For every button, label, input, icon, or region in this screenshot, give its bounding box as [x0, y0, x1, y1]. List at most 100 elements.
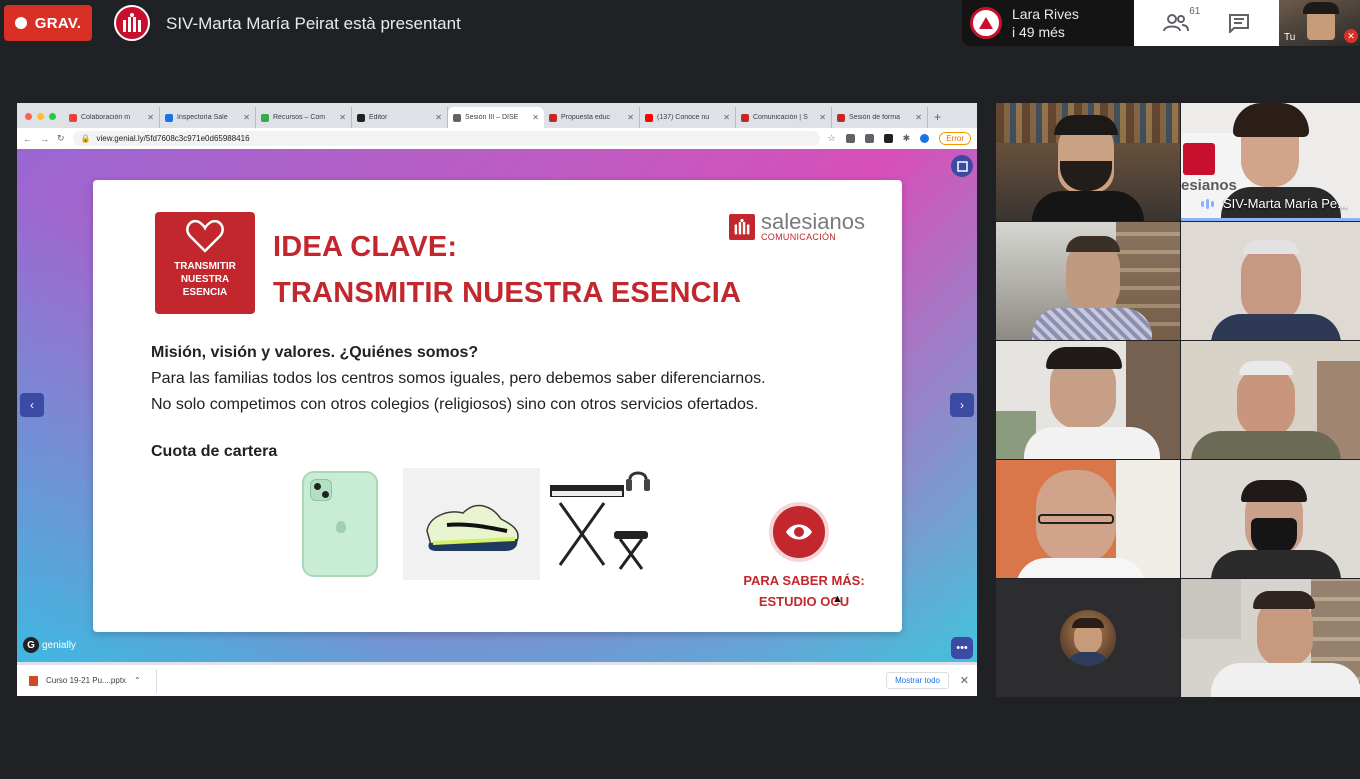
- tab-title: Comunicación | S: [753, 114, 808, 121]
- window-controls: [21, 113, 64, 128]
- participant-count: 61: [1189, 6, 1201, 17]
- browser-tab[interactable]: Inspectoría Sale ✕: [160, 107, 256, 128]
- previous-slide-button[interactable]: ‹: [20, 393, 44, 417]
- participant-tile[interactable]: [996, 460, 1180, 578]
- heart-icon: [186, 219, 224, 253]
- participant-tile[interactable]: [1181, 222, 1360, 340]
- close-tab-icon[interactable]: ✕: [723, 113, 730, 122]
- smartphone-image: [299, 468, 381, 580]
- more-options-button[interactable]: •••: [951, 637, 973, 659]
- url-text: view.genial.ly/5fd7608c3c971e0d65988416: [96, 134, 250, 143]
- profile-avatar[interactable]: [920, 134, 930, 143]
- key-box-line: TRANSMITIR: [174, 261, 236, 272]
- notification-name: Lara Rives: [1012, 6, 1079, 22]
- close-tab-icon[interactable]: ✕: [435, 113, 442, 122]
- presenting-status: SIV-Marta María Peirat està presentant: [166, 14, 461, 33]
- speaking-indicator: [1181, 218, 1360, 221]
- download-filename: Curso 19-21 Pu....pptx: [46, 676, 127, 685]
- chevron-up-icon[interactable]: ⌃: [134, 676, 141, 685]
- lock-icon: 🔒: [80, 134, 91, 143]
- close-icon[interactable]: ✕: [960, 674, 969, 687]
- new-tab-button[interactable]: +: [928, 110, 947, 128]
- maximize-window-icon[interactable]: [49, 113, 56, 120]
- error-button[interactable]: Error: [939, 132, 971, 145]
- chat-button[interactable]: [1228, 13, 1250, 33]
- more-info-caption: PARA SABER MÁS: ESTUDIO OCU: [715, 570, 893, 612]
- tab-strip: Colaboración m ✕ Inspectoría Sale ✕ Recursos…: [17, 103, 977, 128]
- participant-tile[interactable]: [1181, 341, 1360, 459]
- address-bar[interactable]: 🔒 view.genial.ly/5fd7608c3c971e0d6598841…: [72, 131, 820, 146]
- self-view-tile[interactable]: Tu ✕: [1279, 0, 1360, 46]
- tab-favicon-icon: [261, 113, 269, 122]
- browser-tab[interactable]: (137) Conoce nu ✕: [640, 107, 736, 128]
- genially-label: genially: [42, 639, 76, 651]
- close-tab-icon[interactable]: ✕: [243, 113, 250, 122]
- participants-button[interactable]: 61: [1163, 6, 1200, 33]
- presenter-tile[interactable]: esianos SIV-Marta María Pe...: [1181, 103, 1360, 221]
- participant-tile[interactable]: [1181, 460, 1360, 578]
- extension-icon[interactable]: [883, 134, 893, 143]
- tab-favicon-icon: [741, 113, 749, 122]
- reload-icon[interactable]: ↻: [57, 133, 65, 144]
- close-tab-icon[interactable]: ✕: [339, 113, 346, 122]
- browser-tab[interactable]: Propuesta educ ✕: [544, 107, 640, 128]
- join-notification[interactable]: Lara Rives i 49 més: [962, 0, 1134, 46]
- brand-name: salesianos: [761, 209, 865, 234]
- tab-favicon-icon: [357, 113, 365, 122]
- puzzle-icon[interactable]: ✱: [903, 133, 911, 144]
- minimize-window-icon[interactable]: [37, 113, 44, 120]
- more-info-button[interactable]: [769, 502, 829, 562]
- people-icon: [1163, 14, 1190, 32]
- tab-favicon-icon: [645, 113, 653, 122]
- participant-tile[interactable]: [1181, 579, 1360, 697]
- presenter-brand-text: esianos: [1181, 177, 1237, 194]
- next-slide-button[interactable]: ›: [950, 393, 974, 417]
- close-tab-icon[interactable]: ✕: [627, 113, 634, 122]
- extension-icon[interactable]: [864, 134, 874, 143]
- slide-title-line1: IDEA CLAVE:: [273, 231, 458, 263]
- salesianos-brand: salesianos COMUNICACIÓN: [729, 209, 865, 242]
- fullscreen-button[interactable]: [951, 155, 973, 177]
- participant-tile[interactable]: [996, 579, 1180, 697]
- browser-tab[interactable]: Sesión III – DISE ✕: [448, 107, 544, 128]
- browser-tab[interactable]: Colaboración m ✕: [64, 107, 160, 128]
- genially-viewport: TRANSMITIR NUESTRA ESENCIA IDEA CLAVE: T…: [17, 149, 977, 662]
- chevron-right-icon: ›: [960, 398, 964, 412]
- browser-tab[interactable]: Sesión de forma ✕: [832, 107, 928, 128]
- key-idea-box: TRANSMITIR NUESTRA ESENCIA: [155, 212, 255, 314]
- bookmark-star-icon[interactable]: ☆: [828, 133, 836, 144]
- tab-favicon-icon: [453, 113, 461, 122]
- powerpoint-file-icon: [29, 675, 38, 686]
- close-tab-icon[interactable]: ✕: [819, 113, 826, 122]
- close-tab-icon[interactable]: ✕: [915, 113, 922, 122]
- browser-toolbar: ← → ↻ 🔒 view.genial.ly/5fd7608c3c971e0d6…: [17, 128, 977, 149]
- chat-icon: [1228, 14, 1249, 33]
- eye-icon: [786, 524, 812, 540]
- browser-tab[interactable]: Editor ✕: [352, 107, 448, 128]
- close-window-icon[interactable]: [25, 113, 32, 120]
- close-tab-icon[interactable]: ✕: [147, 113, 154, 122]
- forward-icon[interactable]: →: [40, 134, 49, 144]
- participant-tile[interactable]: [996, 222, 1180, 340]
- tab-title: Propuesta educ: [561, 114, 611, 121]
- recording-badge[interactable]: GRAV.: [4, 5, 92, 41]
- download-item[interactable]: Curso 19-21 Pu....pptx ⌃: [25, 668, 157, 693]
- tab-favicon-icon: [837, 113, 845, 122]
- mouse-cursor-icon: ▲: [832, 593, 843, 605]
- slide-line: Para las familias todos los centros somo…: [151, 370, 766, 387]
- participant-tile[interactable]: [996, 103, 1180, 221]
- participant-tile[interactable]: [996, 341, 1180, 459]
- tab-title: Editor: [369, 114, 388, 121]
- browser-tab[interactable]: Comunicación | S ✕: [736, 107, 832, 128]
- extension-icon[interactable]: [845, 134, 855, 143]
- back-icon[interactable]: ←: [23, 134, 32, 144]
- browser-tab[interactable]: Recursos – Com ✕: [256, 107, 352, 128]
- tab-title: Sesión III – DISE: [465, 114, 519, 121]
- genially-brand[interactable]: G genially: [23, 637, 76, 653]
- participant-avatar: [1060, 610, 1116, 666]
- notification-more: i 49 més: [1012, 24, 1065, 40]
- tab-title: (137) Conoce nu: [657, 114, 710, 121]
- show-all-button[interactable]: Mostrar todo: [886, 672, 949, 689]
- close-tab-icon[interactable]: ✕: [532, 113, 539, 122]
- audio-level-icon: [1201, 199, 1214, 209]
